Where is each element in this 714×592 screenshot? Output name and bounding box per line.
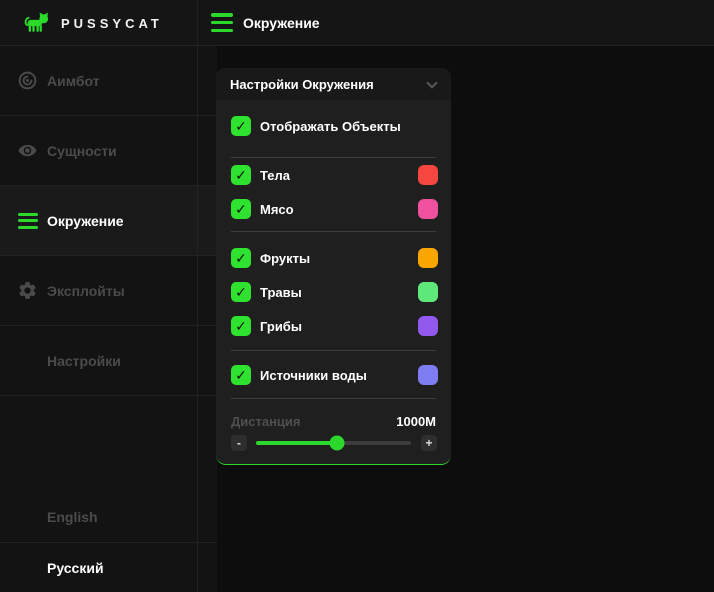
- divider: [231, 157, 436, 158]
- sidebar-item-aimbot[interactable]: Аимбот: [0, 46, 217, 116]
- row-display-objects: ✓ Отображать Объекты: [231, 112, 436, 140]
- distance-decrease-button[interactable]: -: [231, 435, 247, 451]
- sidebar-item-label: Аимбот: [47, 73, 100, 89]
- language-option-english[interactable]: English: [0, 492, 217, 542]
- eye-icon: [17, 140, 38, 161]
- water-sources-color-swatch[interactable]: [418, 365, 438, 385]
- sidebar-item-entities[interactable]: Сущности: [0, 116, 217, 186]
- environment-settings-panel: Настройки Окружения ✓ Отображать Объекты…: [216, 68, 451, 465]
- distance-value: 1000М: [396, 414, 436, 429]
- mushrooms-color-swatch[interactable]: [418, 316, 438, 336]
- sidebar-item-label: Сущности: [47, 143, 117, 159]
- sidebar: Аимбот Сущности Окружение Эксплойты: [0, 46, 217, 592]
- meat-color-swatch[interactable]: [418, 199, 438, 219]
- mushrooms-checkbox[interactable]: ✓: [231, 316, 251, 336]
- divider: [231, 231, 436, 232]
- topbar: PUSSYCAT Окружение: [0, 0, 714, 46]
- distance-slider-thumb[interactable]: [329, 436, 344, 451]
- distance-label: Дистанция: [231, 414, 301, 429]
- bodies-color-swatch[interactable]: [418, 165, 438, 185]
- panel-title: Настройки Окружения: [230, 77, 374, 92]
- distance-slider-track[interactable]: [256, 441, 411, 445]
- fruits-color-swatch[interactable]: [418, 248, 438, 268]
- menu-toggle-icon[interactable]: [211, 13, 233, 32]
- herbs-color-swatch[interactable]: [418, 282, 438, 302]
- cat-logo-icon: [24, 12, 51, 34]
- brand-logo: PUSSYCAT: [24, 0, 163, 46]
- sidebar-item-settings[interactable]: Настройки: [0, 326, 217, 396]
- row-water-sources: ✓ Источники воды: [231, 361, 436, 389]
- sidebar-item-exploits[interactable]: Эксплойты: [0, 256, 217, 326]
- bodies-checkbox[interactable]: ✓: [231, 165, 251, 185]
- divider: [231, 398, 436, 399]
- panel-header[interactable]: Настройки Окружения: [216, 68, 451, 100]
- herbs-checkbox[interactable]: ✓: [231, 282, 251, 302]
- brand-name: PUSSYCAT: [61, 16, 163, 31]
- fruits-checkbox[interactable]: ✓: [231, 248, 251, 268]
- sidebar-item-label: Эксплойты: [47, 283, 125, 299]
- language-option-russian[interactable]: Русский: [0, 542, 217, 592]
- sidebar-item-label: Окружение: [47, 213, 124, 229]
- distance-row: Дистанция 1000М: [231, 412, 436, 432]
- row-fruits: ✓ Фрукты: [231, 244, 436, 272]
- distance-increase-button[interactable]: +: [421, 435, 437, 451]
- row-mushrooms: ✓ Грибы: [231, 312, 436, 340]
- radar-icon: [17, 70, 38, 91]
- menu-icon: [17, 210, 38, 231]
- display-objects-checkbox[interactable]: ✓: [231, 116, 251, 136]
- divider: [231, 350, 436, 351]
- sidebar-inner-divider: [197, 0, 198, 592]
- distance-slider-row: - +: [216, 435, 451, 451]
- gear-icon: [17, 280, 38, 301]
- distance-slider-fill: [256, 441, 337, 445]
- row-herbs: ✓ Травы: [231, 278, 436, 306]
- sidebar-item-label: Настройки: [47, 353, 121, 369]
- row-meat: ✓ Мясо: [231, 195, 436, 223]
- app-window: PUSSYCAT Окружение Аимбот Сущ: [0, 0, 714, 592]
- chevron-down-icon: [426, 77, 437, 88]
- page-title: Окружение: [243, 0, 320, 46]
- sidebar-item-environment[interactable]: Окружение: [0, 186, 217, 256]
- meat-checkbox[interactable]: ✓: [231, 199, 251, 219]
- water-sources-checkbox[interactable]: ✓: [231, 365, 251, 385]
- row-bodies: ✓ Тела: [231, 161, 436, 189]
